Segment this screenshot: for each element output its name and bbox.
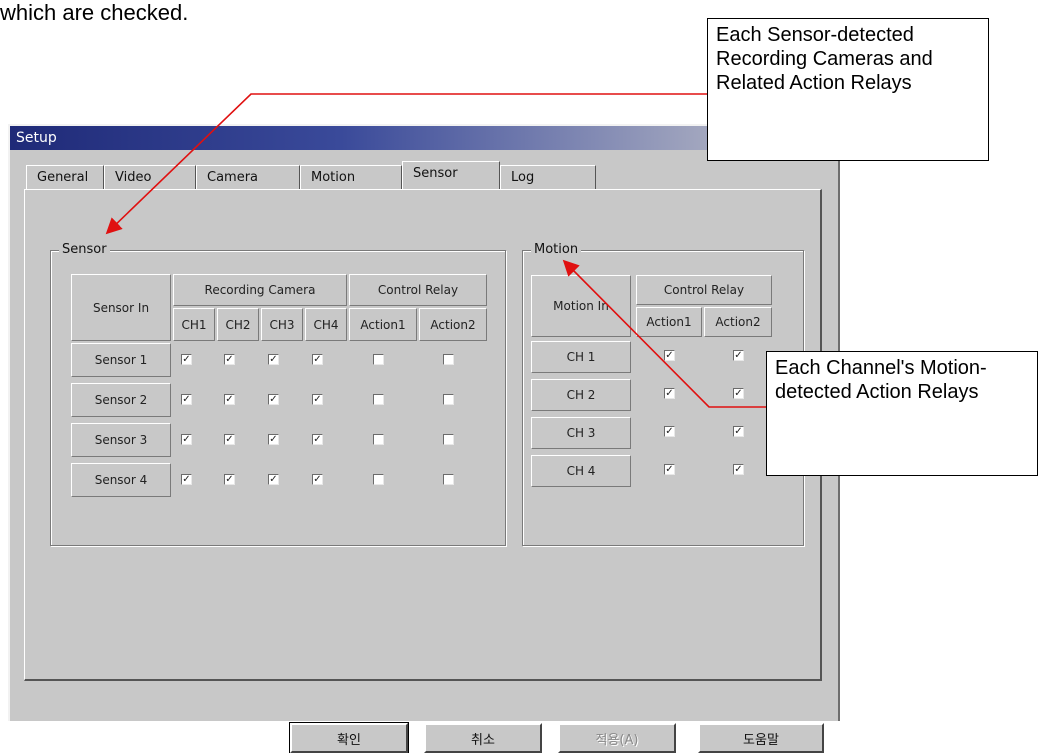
cancel-button[interactable]: 취소 (424, 723, 542, 753)
motion-callout-arrow (562, 259, 766, 408)
tab-sensor[interactable]: Sensor (402, 161, 500, 189)
annotation-arrows (105, 93, 766, 408)
apply-button[interactable]: 적용(A) (558, 723, 676, 753)
ok-button[interactable]: 확인 (289, 722, 409, 753)
help-button[interactable]: 도움말 (698, 723, 824, 753)
